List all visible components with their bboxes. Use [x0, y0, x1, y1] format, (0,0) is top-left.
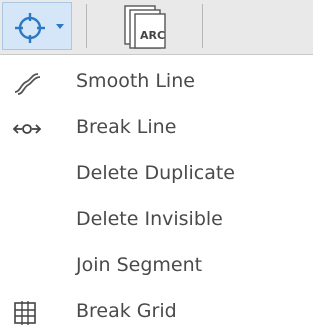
menu-item-label: Join Segment [76, 254, 203, 276]
menu-item-label: Break Line [76, 116, 177, 138]
toolbar-separator [86, 4, 87, 48]
smooth-line-icon [14, 73, 41, 95]
menu-item-break-line[interactable]: Break Line [0, 106, 313, 152]
arc-tool-button[interactable]: ARC [118, 2, 182, 50]
menu-item-label: Break Grid [76, 300, 177, 322]
menu-item-smooth-line[interactable]: Smooth Line [0, 60, 313, 106]
menu-item-label: Delete Invisible [76, 208, 223, 230]
menu-item-label: Delete Duplicate [76, 162, 235, 184]
menu-item-break-grid[interactable]: Break Grid [0, 290, 313, 336]
menu-item-delete-invisible[interactable]: Delete Invisible [0, 198, 313, 244]
selection-target-icon [15, 13, 45, 43]
menu-item-label: Smooth Line [76, 70, 195, 92]
menu-item-delete-duplicate[interactable]: Delete Duplicate [0, 152, 313, 198]
tool-dropdown-button[interactable] [2, 2, 72, 50]
arc-tool-label: ARC [140, 29, 165, 42]
break-grid-icon [14, 301, 36, 325]
menu-item-join-segment[interactable]: Join Segment [0, 244, 313, 290]
toolbar-separator [202, 4, 203, 48]
chevron-down-icon[interactable] [55, 23, 65, 31]
toolbar: ARC [0, 0, 313, 55]
stacked-layers-arc-icon: ARC [124, 5, 166, 49]
break-line-icon [12, 124, 42, 134]
